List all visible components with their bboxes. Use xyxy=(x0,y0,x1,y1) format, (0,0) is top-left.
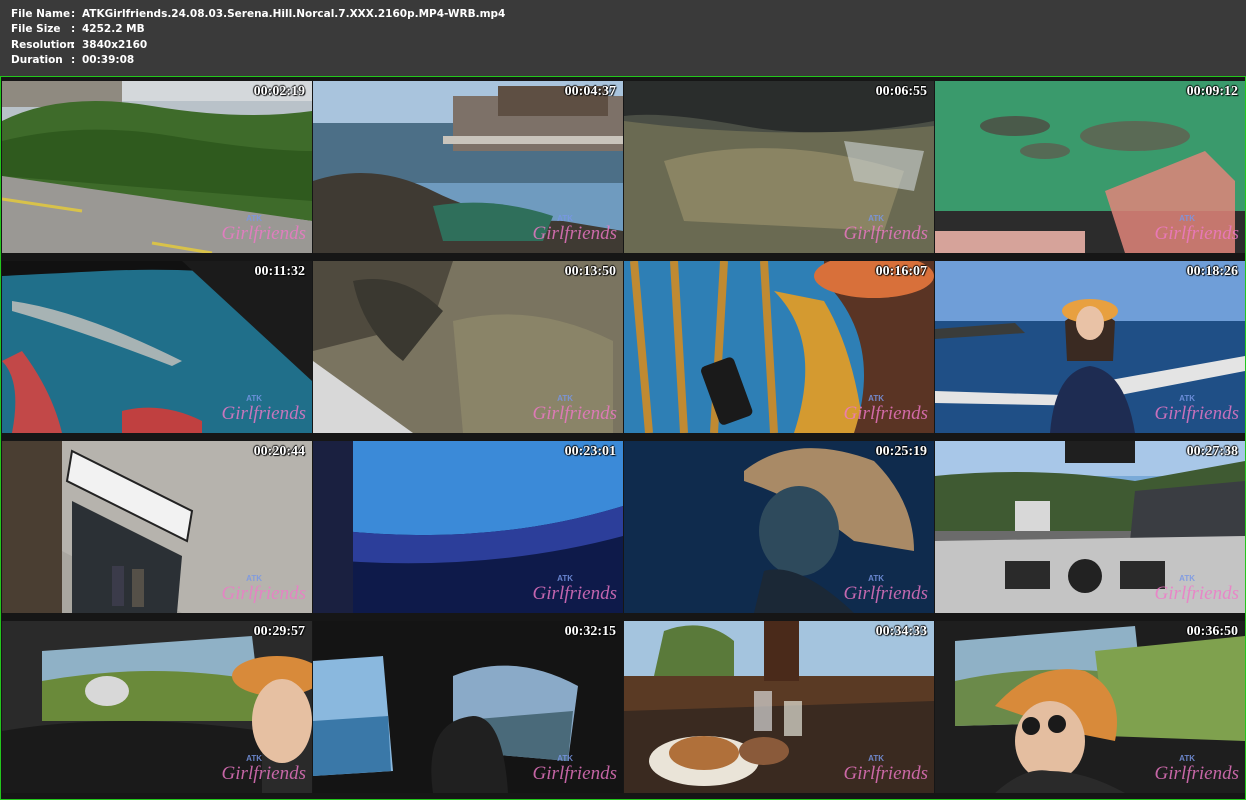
resolution-row: Resolution: 3840x2160 xyxy=(11,39,148,51)
watermark-girlfriends: Girlfriends xyxy=(532,583,617,604)
timestamp: 00:13:50 xyxy=(564,264,616,279)
file-size-label: File Size xyxy=(11,23,61,35)
watermark-atk: ATK xyxy=(246,214,262,223)
watermark-atk: ATK xyxy=(246,394,262,403)
watermark-atk: ATK xyxy=(868,754,884,763)
watermark-girlfriends: Girlfriends xyxy=(221,583,306,604)
watermark-atk: ATK xyxy=(1179,754,1195,763)
timestamp: 00:25:19 xyxy=(875,444,927,459)
watermark-girlfriends: Girlfriends xyxy=(221,223,306,244)
thumbnail-13[interactable]: 00:29:57 ATK Girlfriends xyxy=(2,621,312,793)
watermark-girlfriends: Girlfriends xyxy=(843,223,928,244)
timestamp: 00:16:07 xyxy=(875,264,927,279)
thumbnail-11[interactable]: 00:25:19 ATK Girlfriends xyxy=(624,441,934,613)
watermark-atk: ATK xyxy=(1179,574,1195,583)
thumbnail-10[interactable]: 00:23:01 ATK Girlfriends xyxy=(313,441,623,613)
file-name-value: ATKGirlfriends.24.08.03.Serena.Hill.Norc… xyxy=(82,8,506,20)
watermark-girlfriends: Girlfriends xyxy=(532,403,617,424)
thumbnail-12[interactable]: 00:27:38 ATK Girlfriends xyxy=(935,441,1245,613)
watermark-girlfriends: Girlfriends xyxy=(1154,763,1239,784)
timestamp: 00:11:32 xyxy=(254,264,305,279)
file-info-header: File Name: ATKGirlfriends.24.08.03.Serena… xyxy=(0,0,1246,74)
watermark-girlfriends: Girlfriends xyxy=(532,223,617,244)
thumbnail-3[interactable]: 00:06:55 ATK Girlfriends xyxy=(624,81,934,253)
watermark-girlfriends: Girlfriends xyxy=(1154,583,1239,604)
duration-value: 00:39:08 xyxy=(82,54,135,66)
timestamp: 00:06:55 xyxy=(875,84,927,99)
watermark-atk: ATK xyxy=(246,574,262,583)
thumbnail-1[interactable]: 00:02:19 ATK Girlfriends xyxy=(2,81,312,253)
thumbnail-2[interactable]: 00:04:37 ATK Girlfriends xyxy=(313,81,623,253)
duration-row: Duration:00:39:08 xyxy=(11,54,135,66)
file-size-value: 4252.2 MB xyxy=(82,23,145,35)
thumbnail-6[interactable]: 00:13:50 ATK Girlfriends xyxy=(313,261,623,433)
watermark-atk: ATK xyxy=(1179,214,1195,223)
file-size-row: File Size:4252.2 MB xyxy=(11,23,145,35)
watermark-girlfriends: Girlfriends xyxy=(1154,403,1239,424)
timestamp: 00:18:26 xyxy=(1186,264,1238,279)
watermark-atk: ATK xyxy=(1179,394,1195,403)
watermark-girlfriends: Girlfriends xyxy=(1154,223,1239,244)
thumbnail-4[interactable]: 00:09:12 ATK Girlfriends xyxy=(935,81,1245,253)
watermark-girlfriends: Girlfriends xyxy=(843,583,928,604)
watermark-girlfriends: Girlfriends xyxy=(843,763,928,784)
resolution-label: Resolution xyxy=(11,39,75,51)
file-name-row: File Name: ATKGirlfriends.24.08.03.Serena… xyxy=(11,8,506,20)
file-name-label: File Name xyxy=(11,8,71,20)
watermark-girlfriends: Girlfriends xyxy=(221,763,306,784)
thumbnail-9[interactable]: 00:20:44 ATK Girlfriends xyxy=(2,441,312,613)
timestamp: 00:23:01 xyxy=(564,444,616,459)
thumbnail-8[interactable]: 00:18:26 ATK Girlfriends xyxy=(935,261,1245,433)
watermark-girlfriends: Girlfriends xyxy=(221,403,306,424)
timestamp: 00:32:15 xyxy=(564,624,616,639)
timestamp: 00:34:33 xyxy=(875,624,927,639)
watermark-atk: ATK xyxy=(557,394,573,403)
thumbnail-7[interactable]: 00:16:07 ATK Girlfriends xyxy=(624,261,934,433)
watermark-atk: ATK xyxy=(557,574,573,583)
timestamp: 00:20:44 xyxy=(253,444,305,459)
thumbnail-16[interactable]: 00:36:50 ATK Girlfriends xyxy=(935,621,1245,793)
timestamp: 00:02:19 xyxy=(253,84,305,99)
thumbnail-14[interactable]: 00:32:15 ATK Girlfriends xyxy=(313,621,623,793)
watermark-atk: ATK xyxy=(868,394,884,403)
watermark-girlfriends: Girlfriends xyxy=(843,403,928,424)
watermark-atk: ATK xyxy=(557,214,573,223)
thumbnail-5[interactable]: 00:11:32 ATK Girlfriends xyxy=(2,261,312,433)
thumbnail-15[interactable]: 00:34:33 ATK Girlfriends xyxy=(624,621,934,793)
timestamp: 00:29:57 xyxy=(253,624,305,639)
watermark-atk: ATK xyxy=(868,214,884,223)
watermark-girlfriends: Girlfriends xyxy=(532,763,617,784)
timestamp: 00:27:38 xyxy=(1186,444,1238,459)
timestamp: 00:04:37 xyxy=(564,84,616,99)
watermark-atk: ATK xyxy=(868,574,884,583)
duration-label: Duration xyxy=(11,54,63,66)
watermark-atk: ATK xyxy=(557,754,573,763)
resolution-value: 3840x2160 xyxy=(82,39,148,51)
watermark-atk: ATK xyxy=(246,754,262,763)
timestamp: 00:36:50 xyxy=(1186,624,1238,639)
timestamp: 00:09:12 xyxy=(1186,84,1238,99)
